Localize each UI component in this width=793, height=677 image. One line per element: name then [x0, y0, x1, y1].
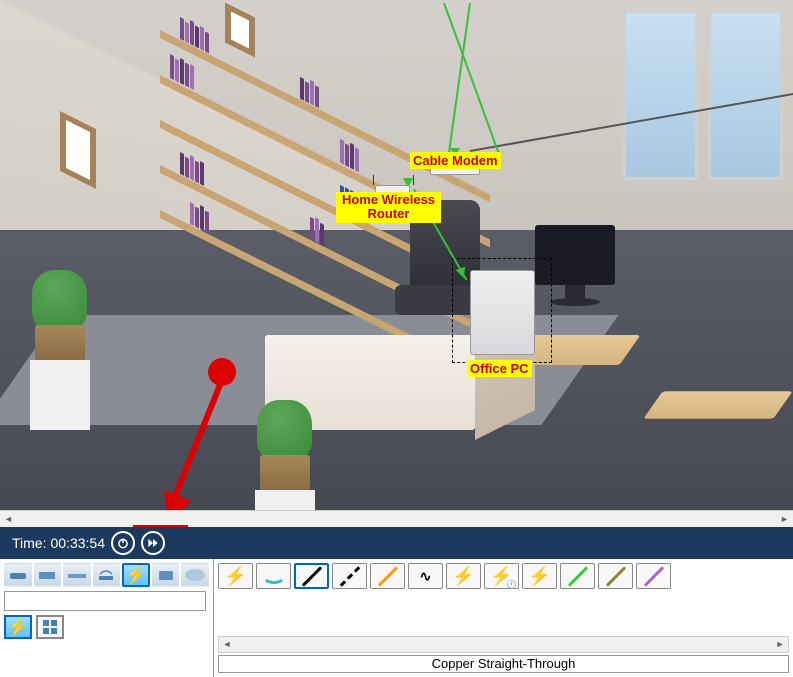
- lightning-icon: ⚡: [224, 566, 246, 587]
- wan-category-icon[interactable]: [181, 563, 209, 587]
- reset-time-button[interactable]: [111, 531, 135, 555]
- custom-cable-icon[interactable]: [636, 563, 671, 589]
- workspace-hscrollbar[interactable]: ◄ ►: [0, 510, 793, 527]
- device-label-office-pc[interactable]: Office PC: [467, 360, 532, 377]
- plant: [35, 270, 90, 430]
- dash-line-icon: [339, 566, 360, 587]
- hub-category-icon[interactable]: [63, 563, 91, 587]
- line-icon: [605, 566, 626, 587]
- scroll-left-button[interactable]: ◄: [219, 637, 235, 652]
- selected-cable-label: Copper Straight-Through: [218, 655, 789, 673]
- wireless-category-icon[interactable]: [93, 563, 121, 587]
- line-icon: [643, 566, 664, 587]
- scroll-right-button[interactable]: ►: [776, 512, 793, 527]
- coaxial-cable-icon[interactable]: ⚡: [446, 563, 481, 589]
- monitor: [550, 298, 600, 306]
- cable-row: ⚡ ∿ ⚡ ⚡🕐 ⚡: [218, 563, 789, 589]
- line-icon: [567, 566, 588, 587]
- time-label: Time:: [12, 535, 46, 551]
- grid-glyph-icon: [42, 619, 58, 635]
- copper-straight-cable-icon[interactable]: [294, 563, 329, 589]
- router-category-icon[interactable]: [4, 563, 32, 587]
- scroll-right-button[interactable]: ►: [772, 637, 788, 652]
- plant: [260, 400, 315, 510]
- usb-cable-icon[interactable]: [598, 563, 633, 589]
- device-palette: ⚡ ⚡: [0, 559, 214, 677]
- simulation-timebar: Time: 00:33:54: [0, 527, 793, 559]
- auto-cable-icon[interactable]: ⚡: [218, 563, 253, 589]
- fast-forward-icon: [146, 536, 160, 550]
- curve-icon: [262, 568, 286, 584]
- grid-tool-icon[interactable]: [36, 615, 64, 639]
- antenna-icon: [373, 175, 374, 185]
- switch-category-icon[interactable]: [34, 563, 62, 587]
- line-icon: [301, 566, 322, 587]
- fiber-cable-icon[interactable]: [370, 563, 405, 589]
- device-name-input[interactable]: [4, 591, 206, 611]
- physical-workspace[interactable]: Cable Modem Home Wireless Router Office …: [0, 0, 793, 510]
- connections-category-icon[interactable]: ⚡: [122, 563, 150, 587]
- line-icon: [377, 566, 398, 587]
- zigzag-icon: ∿: [420, 568, 432, 585]
- power-icon: [116, 536, 130, 550]
- zigzag-clock-icon: ⚡🕐: [490, 566, 512, 587]
- device-label-cable-modem[interactable]: Cable Modem: [410, 152, 501, 169]
- copper-cross-cable-icon[interactable]: [332, 563, 367, 589]
- console-cable-icon[interactable]: [256, 563, 291, 589]
- window: [708, 10, 783, 180]
- side-table: [643, 391, 792, 419]
- cable-hscrollbar[interactable]: ◄ ►: [218, 636, 789, 653]
- end-devices-category-icon[interactable]: [152, 563, 180, 587]
- antenna-icon: [413, 175, 414, 185]
- device-category-row: ⚡: [4, 563, 209, 587]
- scroll-left-button[interactable]: ◄: [0, 512, 17, 527]
- lightning-icon: ⚡: [125, 565, 147, 586]
- cable-palette: ⚡ ∿ ⚡ ⚡🕐 ⚡ ◄ ► Copper Straight-Through: [214, 559, 793, 677]
- fast-forward-button[interactable]: [141, 531, 165, 555]
- zigzag-icon: ⚡: [528, 566, 550, 587]
- window: [623, 10, 698, 180]
- bottom-panel: ⚡ ⚡ ⚡ ∿ ⚡ ⚡🕐 ⚡ ◄ ► Copper St: [0, 559, 793, 677]
- zigzag-icon: ⚡: [452, 566, 474, 587]
- serial-dce-cable-icon[interactable]: ⚡🕐: [484, 563, 519, 589]
- octal-cable-icon[interactable]: [560, 563, 595, 589]
- device-label-wireless-router[interactable]: Home Wireless Router: [336, 192, 441, 223]
- auto-connection-tool-icon[interactable]: ⚡: [4, 615, 32, 639]
- time-value: 00:33:54: [50, 535, 105, 551]
- phone-cable-icon[interactable]: ∿: [408, 563, 443, 589]
- lightning-icon: ⚡: [7, 617, 29, 638]
- serial-dte-cable-icon[interactable]: ⚡: [522, 563, 557, 589]
